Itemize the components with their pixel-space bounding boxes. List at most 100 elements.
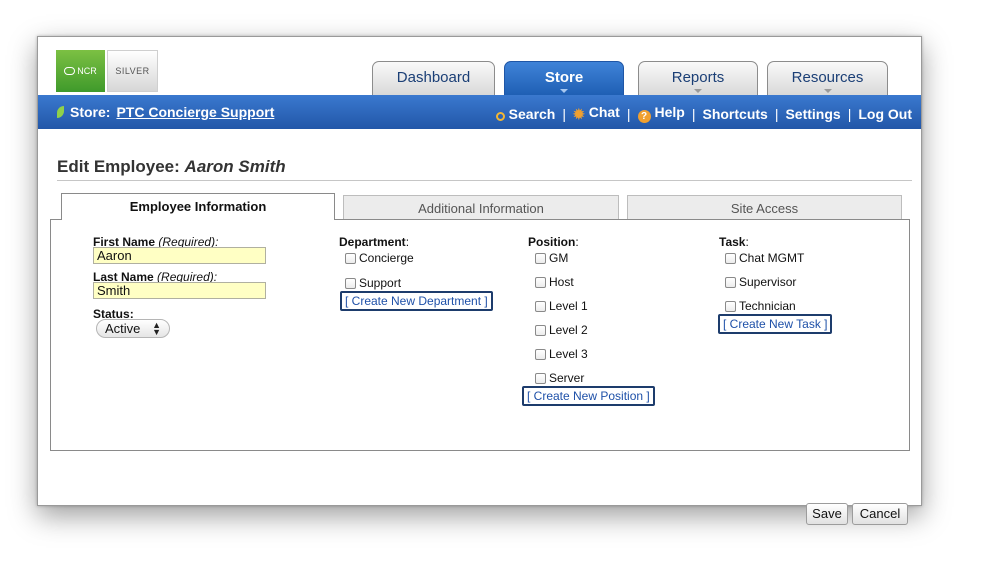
silver-logo: SILVER — [107, 50, 158, 92]
position-label-text: Position — [528, 235, 576, 249]
position-checkbox-level-1[interactable]: Level 1 — [535, 299, 588, 313]
logout-link[interactable]: Log Out — [858, 106, 912, 122]
checkbox-icon[interactable] — [535, 324, 546, 336]
position-option-label: Server — [549, 371, 585, 385]
chat-burst-icon: ✹ — [573, 106, 585, 122]
task-colon: : — [745, 235, 749, 249]
department-option-label: Support — [359, 276, 402, 290]
tab-reports-label: Reports — [671, 69, 725, 86]
shortcuts-link[interactable]: Shortcuts — [702, 106, 767, 122]
chevron-down-icon — [560, 89, 568, 93]
employee-name: Aaron Smith — [184, 157, 286, 176]
store-indicator: Store: PTC Concierge Support — [57, 104, 274, 120]
task-option-label: Technician — [739, 299, 796, 313]
department-label-text: Department — [339, 235, 406, 249]
search-link-label: Search — [508, 105, 556, 122]
help-link-label: Help — [654, 104, 685, 120]
tab-site-access-label: Site Access — [730, 201, 799, 216]
ncr-logo: NCR — [56, 50, 105, 92]
position-checkbox-host[interactable]: Host — [535, 275, 574, 289]
ncr-logo-text: NCR — [77, 66, 97, 76]
department-colon: : — [405, 235, 410, 249]
tab-dashboard-label: Dashboard — [396, 69, 471, 86]
last-name-field[interactable]: Smith — [93, 282, 266, 299]
status-select[interactable]: Active ▲ ▼ — [96, 319, 170, 338]
checkbox-icon[interactable] — [345, 252, 356, 264]
position-checkbox-gm[interactable]: GM — [535, 251, 568, 265]
task-label: Task: — [719, 235, 749, 249]
create-new-department-link[interactable]: [ Create New Department ] — [340, 291, 493, 311]
search-link[interactable]: Search — [495, 105, 556, 122]
nav-separator: | — [774, 105, 779, 122]
position-option-label: GM — [549, 251, 569, 265]
checkbox-icon[interactable] — [535, 372, 546, 384]
ncr-ring-icon — [64, 67, 76, 75]
tab-dashboard[interactable]: Dashboard — [372, 61, 495, 95]
checkbox-icon[interactable] — [725, 300, 736, 312]
store-navbar: Store: PTC Concierge Support Search | ✹ C… — [38, 95, 921, 129]
checkbox-icon[interactable] — [535, 276, 546, 288]
page-title: Edit Employee: Aaron Smith — [57, 157, 286, 177]
nav-separator: | — [626, 105, 631, 122]
page-title-prefix: Edit Employee: — [57, 157, 180, 176]
updown-arrows-icon: ▲ ▼ — [152, 320, 161, 337]
department-option-label: Concierge — [359, 251, 414, 265]
position-option-label: Level 2 — [549, 323, 588, 337]
position-colon: : — [575, 235, 579, 249]
cancel-button[interactable]: Cancel — [852, 503, 908, 525]
department-checkbox-concierge[interactable]: Concierge — [345, 251, 414, 265]
chat-link-label: Chat — [588, 104, 620, 120]
position-option-label: Level 1 — [549, 299, 588, 313]
department-checkbox-support[interactable]: Support — [345, 276, 401, 290]
tab-site-access[interactable]: Site Access — [627, 195, 902, 219]
tab-employee-information-label: Employee Information — [129, 199, 267, 214]
task-checkbox-chat-mgmt[interactable]: Chat MGMT — [725, 251, 804, 265]
checkbox-icon[interactable] — [535, 348, 546, 360]
tab-store[interactable]: Store — [504, 61, 624, 95]
checkbox-icon[interactable] — [345, 277, 356, 289]
checkbox-icon[interactable] — [535, 300, 546, 312]
chevron-down-icon — [694, 89, 702, 93]
task-checkbox-supervisor[interactable]: Supervisor — [725, 275, 796, 289]
nav-separator: | — [562, 105, 566, 122]
position-checkbox-server[interactable]: Server — [535, 371, 584, 385]
help-icon: ? — [637, 110, 651, 123]
first-name-field[interactable]: Aaron — [93, 247, 266, 264]
task-label-text: Task — [719, 235, 746, 249]
tab-additional-information[interactable]: Additional Information — [343, 195, 619, 219]
position-checkbox-level-3[interactable]: Level 3 — [535, 347, 588, 361]
task-option-label: Chat MGMT — [739, 251, 805, 265]
app-window: NCR SILVER Dashboard Store Reports Resou… — [37, 36, 922, 525]
department-label: Department: — [339, 235, 409, 249]
chevron-down-icon — [823, 89, 832, 93]
task-checkbox-technician[interactable]: Technician — [725, 299, 796, 313]
tab-resources-label: Resources — [791, 69, 864, 86]
tab-employee-information[interactable]: Employee Information — [61, 193, 335, 220]
checkbox-icon[interactable] — [725, 252, 736, 264]
tab-store-label: Store — [544, 69, 584, 86]
nav-separator: | — [847, 105, 852, 122]
employee-info-panel: First Name (Required): Aaron Last Name (… — [50, 219, 910, 451]
settings-link[interactable]: Settings — [785, 106, 840, 122]
nav-separator: | — [691, 105, 696, 122]
checkbox-icon[interactable] — [725, 276, 736, 288]
store-prefix: Store: — [70, 104, 111, 120]
position-label: Position: — [528, 235, 579, 249]
create-new-position-link[interactable]: [ Create New Position ] — [522, 386, 655, 406]
store-name-link[interactable]: PTC Concierge Support — [116, 104, 274, 120]
position-checkbox-level-2[interactable]: Level 2 — [535, 323, 588, 337]
tab-additional-information-label: Additional Information — [418, 201, 544, 216]
help-link[interactable]: ? Help — [637, 104, 685, 123]
task-option-label: Supervisor — [739, 275, 797, 289]
tab-resources[interactable]: Resources — [767, 61, 888, 95]
save-button[interactable]: Save — [806, 503, 848, 525]
title-divider — [57, 180, 912, 181]
position-option-label: Level 3 — [549, 347, 588, 361]
checkbox-icon[interactable] — [535, 252, 546, 264]
position-option-label: Host — [549, 275, 574, 289]
chat-link[interactable]: ✹ Chat — [573, 104, 620, 123]
tab-reports[interactable]: Reports — [638, 61, 758, 95]
create-new-task-link[interactable]: [ Create New Task ] — [718, 314, 833, 334]
magnifier-icon — [495, 111, 505, 121]
status-value: Active — [105, 321, 141, 336]
